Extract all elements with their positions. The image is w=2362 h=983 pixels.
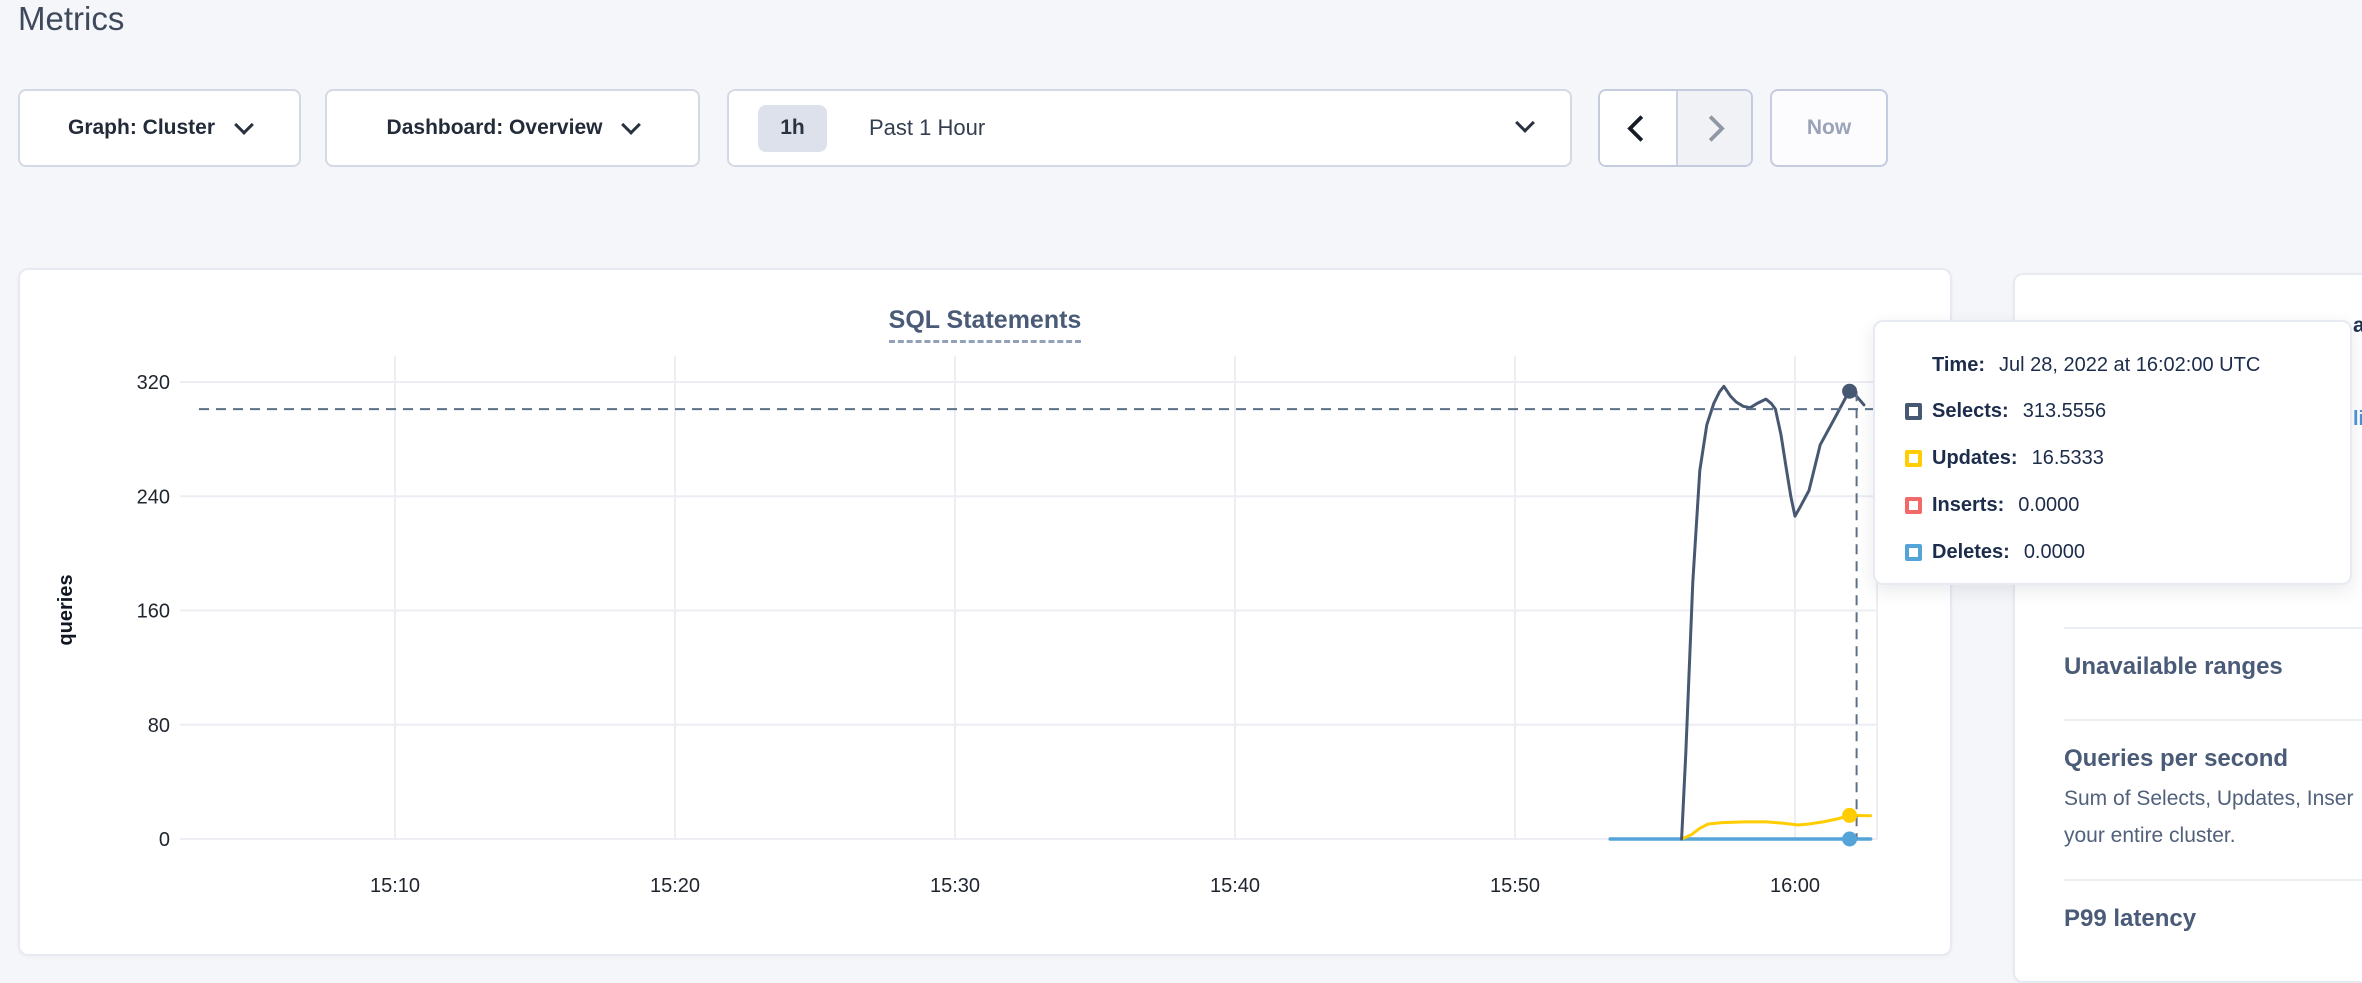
tooltip-series-row: Deletes: 0.0000 <box>1905 541 2085 564</box>
clipped-sidebar-link: li <box>2353 408 2362 431</box>
time-back-button[interactable] <box>1600 91 1676 165</box>
svg-text:queries: queries <box>55 574 77 645</box>
sidebar-item-description-line: Sum of Selects, Updates, Inser <box>2064 787 2353 811</box>
selects-swatch-icon <box>1905 403 1922 420</box>
tooltip-series-label: Updates: <box>1932 447 2018 470</box>
chart-title[interactable]: SQL Statements <box>889 306 1082 343</box>
graph-dropdown-label: Graph: Cluster <box>68 116 215 140</box>
svg-text:320: 320 <box>137 372 170 394</box>
page-title: Metrics <box>18 0 124 38</box>
dashboard-dropdown-label: Dashboard: Overview <box>387 116 603 140</box>
sql-statements-chart[interactable]: 15:10 15:20 15:30 15:40 15:50 16:00 0 80 160 240 3… <box>20 270 1950 954</box>
deletes-swatch-icon <box>1905 544 1922 561</box>
divider <box>2064 879 2362 881</box>
updates-swatch-icon <box>1905 450 1922 467</box>
sidebar-item-p99-latency: P99 latency <box>2064 905 2196 933</box>
tooltip-time-label: Time: <box>1932 354 1985 376</box>
chart-hover-tooltip: Time: Jul 28, 2022 at 16:02:00 UTC Select… <box>1873 320 2352 585</box>
chevron-down-icon <box>622 115 642 135</box>
tooltip-series-label: Inserts: <box>1932 494 2004 517</box>
time-forward-button[interactable] <box>1676 91 1752 165</box>
graph-dropdown[interactable]: Graph: Cluster <box>18 89 301 167</box>
svg-text:15:10: 15:10 <box>370 875 420 897</box>
tooltip-time-row: Time: Jul 28, 2022 at 16:02:00 UTC <box>1932 354 2260 377</box>
sidebar-item-description-line: your entire cluster. <box>2064 824 2236 848</box>
tooltip-series-value: 0.0000 <box>2018 494 2079 517</box>
svg-text:160: 160 <box>137 601 170 623</box>
svg-text:80: 80 <box>148 715 170 737</box>
time-range-label: Past 1 Hour <box>869 115 985 141</box>
clipped-sidebar-text: a <box>2353 314 2362 338</box>
tooltip-series-value: 16.5333 <box>2032 447 2104 470</box>
tooltip-series-row: Updates: 16.5333 <box>1905 447 2104 470</box>
tooltip-series-row: Selects: 313.5556 <box>1905 400 2106 423</box>
tooltip-time-value: Jul 28, 2022 at 16:02:00 UTC <box>1999 354 2260 376</box>
tooltip-series-value: 313.5556 <box>2023 400 2106 423</box>
svg-text:16:00: 16:00 <box>1770 875 1820 897</box>
svg-text:15:30: 15:30 <box>930 875 980 897</box>
chevron-down-icon <box>234 115 254 135</box>
svg-text:15:20: 15:20 <box>650 875 700 897</box>
divider <box>2064 627 2362 629</box>
time-range-selector[interactable]: 1h Past 1 Hour <box>727 89 1572 167</box>
sidebar-item-queries-per-second: Queries per second <box>2064 745 2288 773</box>
chevron-right-icon <box>1698 115 1725 142</box>
now-button[interactable]: Now <box>1770 89 1888 167</box>
divider <box>2064 719 2362 721</box>
tooltip-series-label: Deletes: <box>1932 541 2010 564</box>
dashboard-dropdown[interactable]: Dashboard: Overview <box>325 89 700 167</box>
sidebar-item-unavailable-ranges: Unavailable ranges <box>2064 653 2283 681</box>
svg-text:240: 240 <box>137 486 170 508</box>
time-pager <box>1598 89 1753 167</box>
sql-statements-chart-card: 15:10 15:20 15:30 15:40 15:50 16:00 0 80 160 240 3… <box>18 268 1952 956</box>
svg-text:15:40: 15:40 <box>1210 875 1260 897</box>
svg-text:0: 0 <box>159 829 170 851</box>
svg-text:15:50: 15:50 <box>1490 875 1540 897</box>
tooltip-series-value: 0.0000 <box>2024 541 2085 564</box>
chart-title-wrap: SQL Statements <box>20 306 1950 343</box>
chevron-left-icon <box>1627 115 1654 142</box>
tooltip-series-label: Selects: <box>1932 400 2009 423</box>
tooltip-series-row: Inserts: 0.0000 <box>1905 494 2079 517</box>
inserts-swatch-icon <box>1905 497 1922 514</box>
chevron-down-icon <box>1515 113 1535 133</box>
time-range-badge: 1h <box>758 105 827 152</box>
